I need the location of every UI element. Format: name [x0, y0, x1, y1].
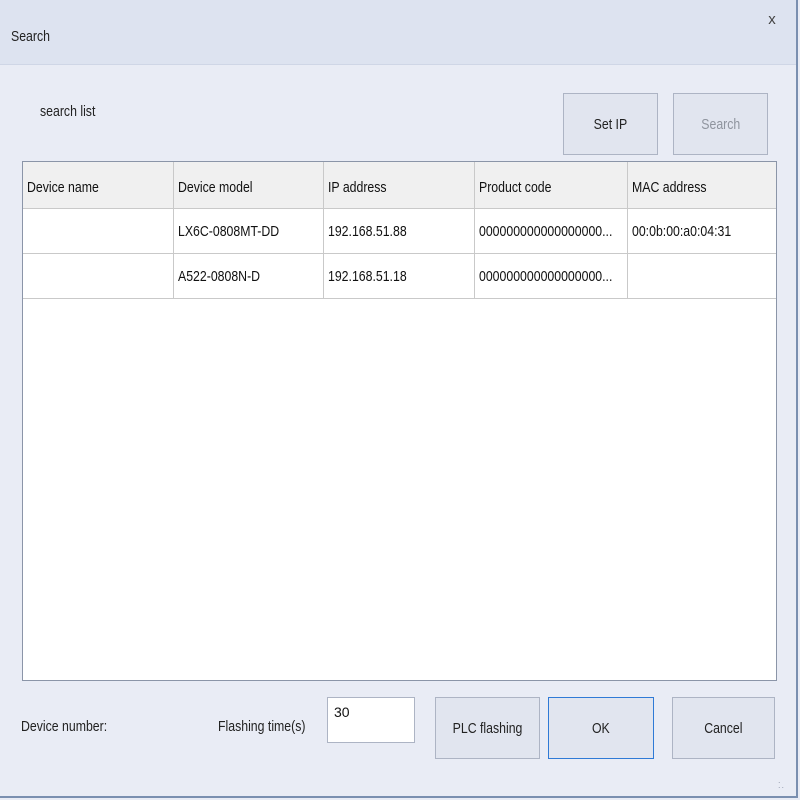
close-icon[interactable]: x — [762, 10, 782, 30]
set-ip-button[interactable]: Set IP — [563, 93, 658, 155]
cell-ip-address: 192.168.51.18 — [324, 254, 475, 298]
flashing-time-input[interactable] — [327, 697, 415, 743]
table-row[interactable]: LX6C-0808MT-DD 192.168.51.88 00000000000… — [23, 209, 776, 254]
device-number-label: Device number: — [21, 718, 108, 735]
plc-flashing-button[interactable]: PLC flashing — [435, 697, 540, 759]
column-header-ip-address[interactable]: IP address — [324, 162, 475, 208]
device-table[interactable]: Device name Device model IP address Prod… — [22, 161, 777, 681]
window-title: Search — [11, 28, 50, 45]
cell-product-code: 000000000000000000... — [475, 209, 628, 253]
column-header-device-name[interactable]: Device name — [23, 162, 174, 208]
resize-grip-icon[interactable]: ... — [778, 776, 788, 790]
table-header: Device name Device model IP address Prod… — [23, 162, 776, 209]
ok-button[interactable]: OK — [548, 697, 654, 759]
cell-device-model: LX6C-0808MT-DD — [174, 209, 324, 253]
cell-mac-address — [628, 254, 776, 298]
cell-ip-address: 192.168.51.88 — [324, 209, 475, 253]
cell-device-model: A522-0808N-D — [174, 254, 324, 298]
cell-device-name — [23, 209, 174, 253]
search-dialog: Search x search list Set IP Search Devic… — [0, 0, 798, 798]
cancel-button[interactable]: Cancel — [672, 697, 775, 759]
search-button: Search — [673, 93, 768, 155]
column-header-device-model[interactable]: Device model — [174, 162, 324, 208]
search-list-label: search list — [40, 103, 96, 120]
column-header-mac-address[interactable]: MAC address — [628, 162, 776, 208]
title-bar: Search x — [0, 0, 796, 65]
flashing-time-label: Flashing time(s) — [218, 718, 306, 735]
cell-mac-address: 00:0b:00:a0:04:31 — [628, 209, 776, 253]
column-header-product-code[interactable]: Product code — [475, 162, 628, 208]
cell-product-code: 000000000000000000... — [475, 254, 628, 298]
table-row[interactable]: A522-0808N-D 192.168.51.18 0000000000000… — [23, 254, 776, 299]
cell-device-name — [23, 254, 174, 298]
